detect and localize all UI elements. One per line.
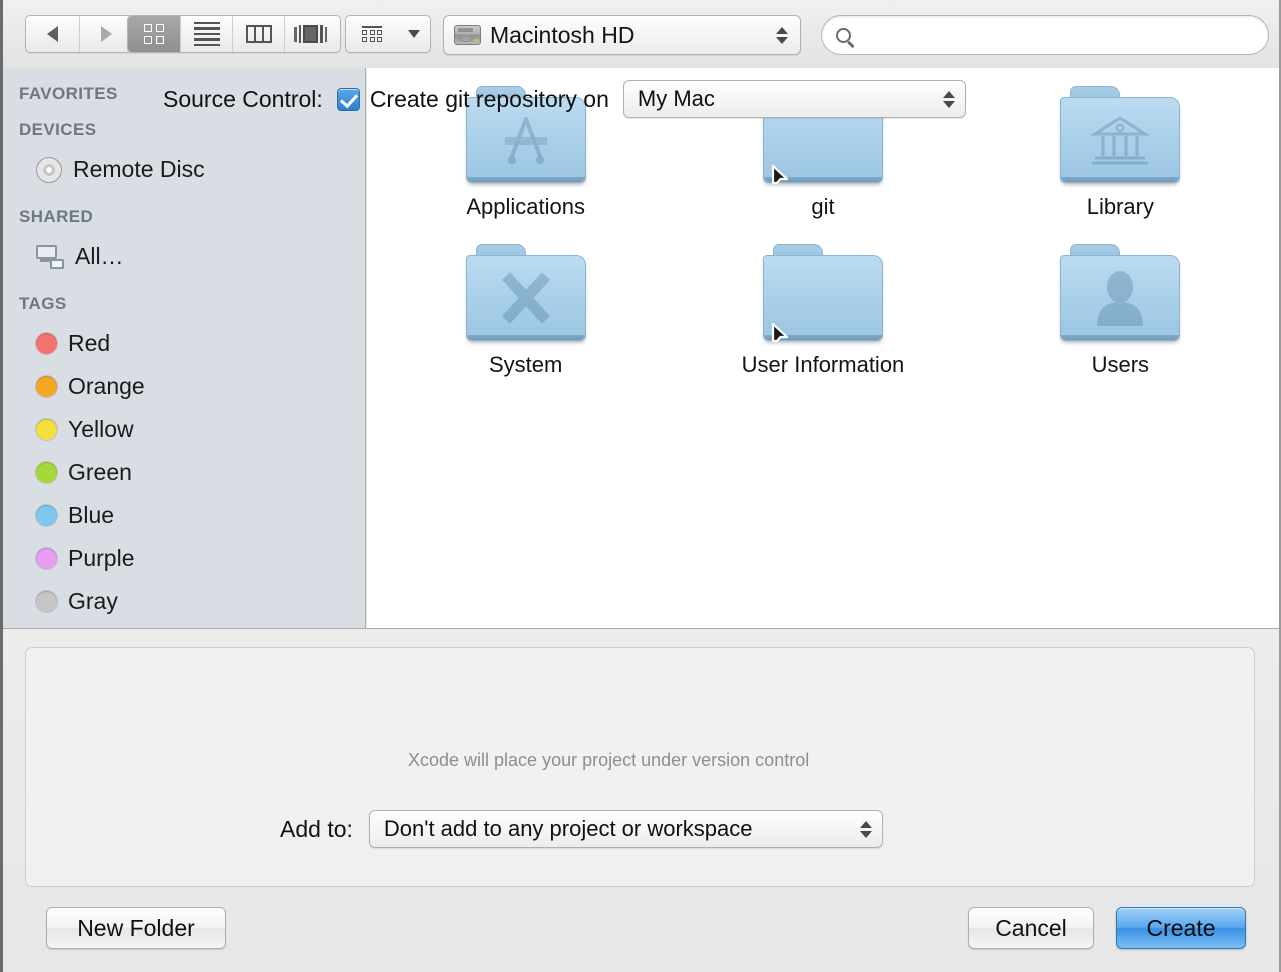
git-location-popup[interactable]: My Mac [623,80,966,118]
tag-dot-icon [36,376,57,397]
grid-icon [144,24,164,44]
sidebar-item-tag-green[interactable]: Green [3,451,365,494]
folder-icon [763,244,883,343]
network-computers-icon [36,245,64,269]
alias-arrow-icon [767,315,797,345]
alias-arrow-icon [767,157,797,187]
folder-icon [1060,244,1180,343]
action-menu-button[interactable] [345,15,431,53]
path-location-value: Macintosh HD [490,22,776,49]
coverflow-icon [294,25,327,43]
action-menu-line-icon [362,26,382,28]
tag-dot-icon [36,419,57,440]
sidebar-item-label: Purple [68,545,134,572]
file-item-users[interactable]: Users [972,244,1269,378]
file-browser: FAVORITES DEVICES Remote Disc SHARED All… [3,68,1279,628]
sidebar-item-tag-blue[interactable]: Blue [3,494,365,537]
sidebar-item-label: Gray [68,588,118,615]
view-mode-button-group [127,15,341,53]
sidebar: FAVORITES DEVICES Remote Disc SHARED All… [3,68,366,628]
tag-dot-icon [36,548,57,569]
navigation-button-group [25,15,133,53]
git-location-value: My Mac [638,86,943,112]
sidebar-item-label: Red [68,330,110,357]
new-folder-button[interactable]: New Folder [46,907,226,949]
search-field[interactable] [821,15,1269,55]
folder-icon [466,244,586,343]
icon-view-button[interactable] [128,16,180,52]
action-menu-chevron[interactable] [399,16,430,52]
stepper-arrows-icon[interactable] [860,821,872,838]
cancel-button[interactable]: Cancel [968,907,1094,949]
sidebar-item-label: Remote Disc [73,156,205,183]
file-item-label: System [489,352,562,378]
file-item-label: Users [1092,352,1149,378]
sidebar-item-label: All… [75,243,124,270]
chevron-down-icon [408,30,420,38]
sidebar-item-label: Blue [68,502,114,529]
sidebar-item-remote-disc[interactable]: Remote Disc [3,148,365,191]
sidebar-item-tag-purple[interactable]: Purple [3,537,365,580]
tag-dot-icon [36,333,57,354]
sidebar-item-label: Yellow [68,416,134,443]
arrow-left-icon [47,26,58,42]
tag-dot-icon [36,505,57,526]
source-control-row: Source Control: Create git repository on… [163,80,966,118]
arrow-right-icon [101,26,112,42]
sidebar-section-shared: SHARED [3,199,365,235]
file-item-label: User Information [742,352,905,378]
column-view-button[interactable] [232,16,284,52]
coverflow-view-button[interactable] [284,16,336,52]
folder-icon [1060,86,1180,185]
search-icon [836,28,851,43]
file-item-library[interactable]: Library [972,86,1269,220]
add-to-label: Add to: [280,816,353,843]
file-item-label: Library [1087,194,1154,220]
add-to-value: Don't add to any project or workspace [384,816,860,842]
columns-icon [246,25,272,43]
back-button[interactable] [26,16,79,52]
tag-dot-icon [36,591,57,612]
file-item-label: Applications [466,194,585,220]
source-control-hint: Xcode will place your project under vers… [408,750,809,771]
sidebar-item-label: Green [68,459,132,486]
sidebar-item-tag-yellow[interactable]: Yellow [3,408,365,451]
sidebar-item-tag-gray[interactable]: Gray [3,580,365,623]
action-menu-glyph [346,16,399,52]
dialog-toolbar: Macintosh HD [3,0,1279,68]
forward-button[interactable] [79,16,132,52]
stepper-arrows-icon[interactable] [776,27,788,44]
sidebar-item-all[interactable]: All… [3,235,365,278]
stepper-arrows-icon[interactable] [943,91,955,108]
optical-disc-icon [36,157,62,183]
create-git-repository-checkbox[interactable] [337,88,360,111]
create-git-repository-label: Create git repository on [370,86,609,113]
search-input[interactable] [860,24,1254,46]
create-button[interactable]: Create [1116,907,1246,949]
sidebar-section-tags: TAGS [3,286,365,322]
list-lines-icon [194,22,220,47]
action-grid-icon [362,30,382,43]
file-icon-view: Applications git [367,68,1279,628]
list-view-button[interactable] [180,16,232,52]
sidebar-item-tag-red[interactable]: Red [3,322,365,365]
sidebar-item-tag-orange[interactable]: Orange [3,365,365,408]
path-location-popup[interactable]: Macintosh HD [443,15,801,55]
add-to-row: Add to: Don't add to any project or work… [280,810,883,848]
source-control-label: Source Control: [163,86,323,113]
add-to-popup[interactable]: Don't add to any project or workspace [369,810,883,848]
tag-dot-icon [36,462,57,483]
hard-disk-icon [454,25,481,45]
file-item-label: git [811,194,834,220]
file-save-dialog: Choose options for your new project: Pre… [0,0,1281,972]
sidebar-item-label: Orange [68,373,145,400]
file-item-user-information[interactable]: User Information [674,244,971,378]
file-item-system[interactable]: System [377,244,674,378]
